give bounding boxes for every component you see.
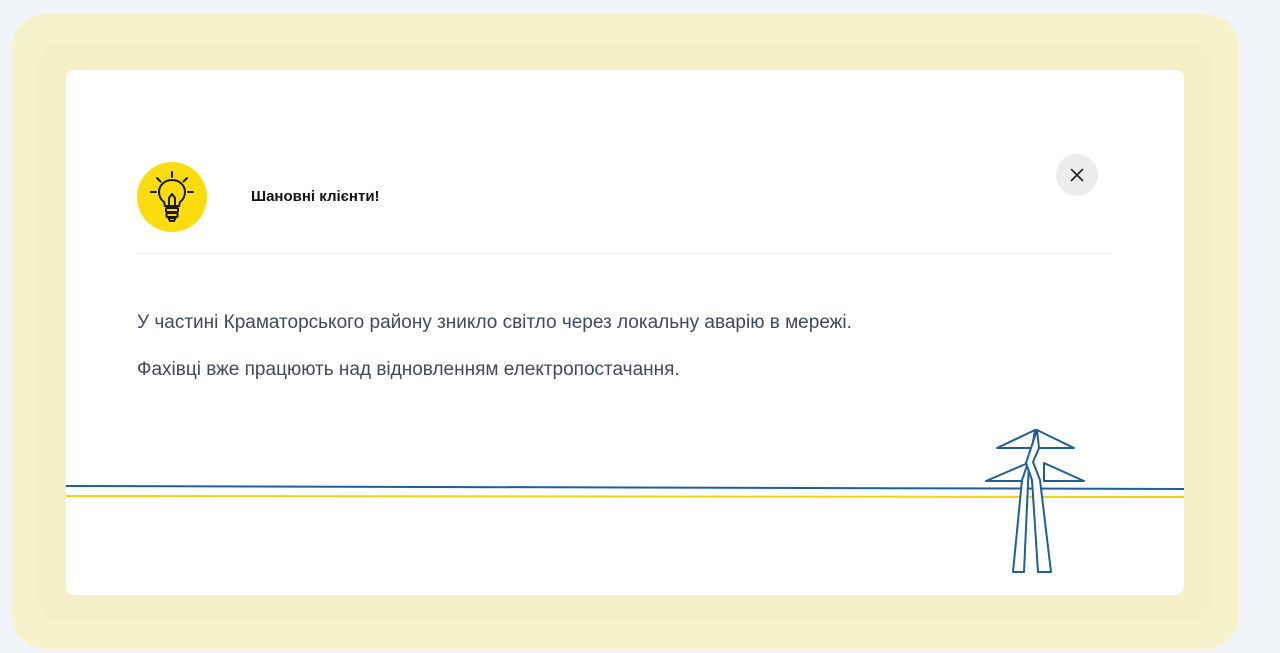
lightbulb-badge — [137, 162, 207, 232]
yellow-wire — [66, 495, 1184, 498]
message-outage: У частині Краматорського району зникло с… — [137, 312, 852, 333]
lightbulb-icon — [150, 171, 194, 222]
header-divider — [137, 253, 1112, 254]
close-icon — [1070, 168, 1084, 182]
modal-header: Шановні клієнти! — [137, 162, 1112, 254]
message-repair: Фахівці вже працюють над відновленням ел… — [137, 359, 680, 380]
alert-modal: Шановні клієнти! У частині Краматорськог… — [66, 70, 1184, 595]
pylon-icon — [985, 429, 1085, 573]
power-line-illustration — [66, 429, 1184, 573]
blue-wire — [66, 485, 1184, 490]
modal-title: Шановні клієнти! — [251, 188, 380, 205]
close-button[interactable] — [1056, 154, 1098, 196]
